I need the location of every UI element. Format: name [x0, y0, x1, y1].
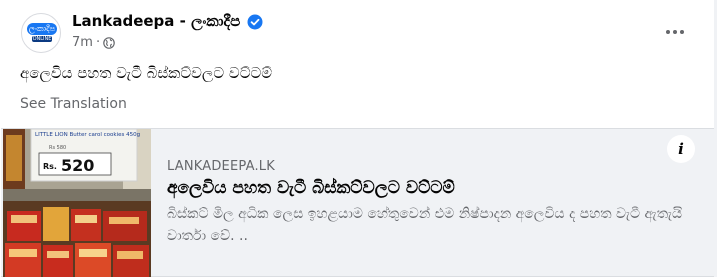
link-domain: LANKADEEPA.LK — [167, 159, 275, 174]
page-avatar[interactable]: ලංකාදීප ONLINE — [21, 13, 61, 53]
price-tag-heading: LITTLE LION Butter carol cookies 450g — [35, 132, 140, 138]
price-value: 520 — [61, 156, 94, 175]
info-icon[interactable]: i — [667, 135, 695, 163]
link-title[interactable]: අලෙවිය පහත වැටී බිස්කට්වලට වට්ටම් — [167, 178, 455, 198]
globe-icon[interactable] — [103, 36, 115, 49]
thumbnail-image: LITTLE LION Butter carol cookies 450g Rs… — [3, 129, 151, 277]
link-thumbnail[interactable]: LITTLE LION Butter carol cookies 450g Rs… — [3, 129, 151, 277]
see-translation-link[interactable]: See Translation — [20, 96, 127, 112]
verified-badge-icon — [247, 14, 263, 30]
post-text: අලෙවිය පහත වැටී බිස්කට්වලට වට්ටම් — [20, 64, 273, 82]
facebook-post: ලංකාදීප ONLINE Lankadeepa - ලංකාදීප 7m ·… — [0, 0, 717, 277]
avatar-logo-sub-text: ONLINE — [32, 36, 52, 42]
price-currency: Rs. — [43, 162, 57, 171]
price-tag-sub: Rs 580 — [49, 145, 66, 151]
link-description: බිස්කට් මිල අධික ලෙස ඉහළයාම හේතුවෙන් එම … — [167, 206, 683, 244]
post-meta: 7m · — [72, 35, 115, 50]
avatar-logo-text: ලංකාදීප — [28, 24, 56, 33]
meta-separator: · — [95, 35, 101, 50]
more-options-icon[interactable] — [660, 18, 690, 46]
post-timestamp[interactable]: 7m — [72, 35, 93, 50]
page-name-link[interactable]: Lankadeepa - ලංකාදීප — [72, 12, 240, 30]
link-preview-card[interactable]: LITTLE LION Butter carol cookies 450g Rs… — [1, 128, 714, 277]
